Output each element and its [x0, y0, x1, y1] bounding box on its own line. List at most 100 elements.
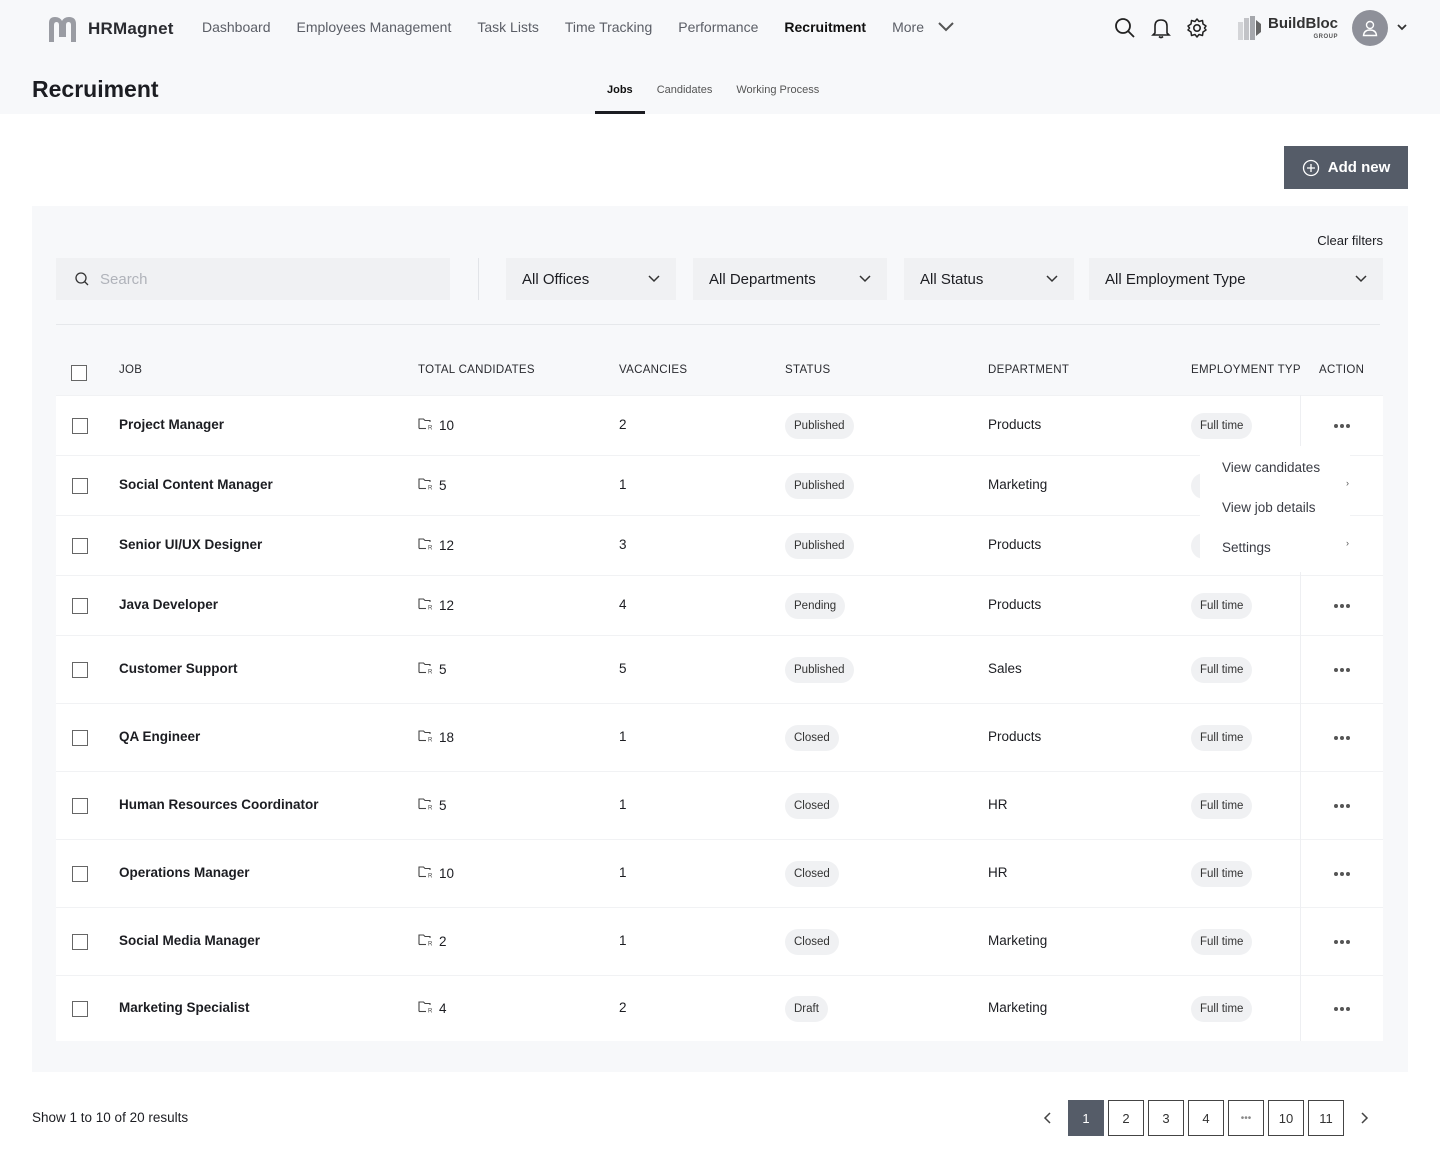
table-row[interactable]: QA Engineer R 18 1 Closed Products Full time — [56, 703, 1383, 771]
nav-performance[interactable]: Performance — [678, 19, 758, 35]
table-row[interactable]: Project Manager R 10 2 Published Products Full… — [56, 395, 1383, 455]
total-candidates[interactable]: R5 — [418, 477, 447, 493]
page-button[interactable]: 3 — [1148, 1100, 1184, 1136]
header-employment-type[interactable]: EMPLOYMENT TYP — [1191, 364, 1301, 376]
job-title[interactable]: Social Media Manager — [119, 933, 260, 948]
row-checkbox[interactable] — [72, 598, 88, 614]
next-page-button[interactable] — [1348, 1100, 1380, 1136]
nav-time-tracking[interactable]: Time Tracking — [565, 19, 652, 35]
add-new-button[interactable]: Add new — [1284, 146, 1408, 189]
status-select[interactable]: All Status — [904, 258, 1074, 300]
svg-text:R: R — [428, 1009, 433, 1014]
row-checkbox[interactable] — [72, 1001, 88, 1017]
nav-task-lists[interactable]: Task Lists — [477, 19, 538, 35]
table-row[interactable]: Senior UI/UX Designer R 12 3 Published Produc… — [56, 515, 1383, 575]
status-badge: Closed — [785, 929, 839, 955]
vacancies: 1 — [619, 729, 627, 744]
nav-more[interactable]: More — [892, 19, 956, 35]
total-candidates[interactable]: R 10 — [418, 865, 454, 881]
table-row[interactable]: Human Resources Coordinator R 5 1 Closed HR Fu… — [56, 771, 1383, 839]
row-actions-button[interactable] — [1328, 416, 1356, 436]
total-candidates[interactable]: R4 — [418, 1000, 447, 1016]
search-field[interactable] — [56, 258, 450, 300]
job-title[interactable]: QA Engineer — [119, 729, 200, 744]
nav-employees-management[interactable]: Employees Management — [297, 19, 452, 35]
tab-working-process[interactable]: Working Process — [724, 82, 831, 114]
page-button[interactable]: 1 — [1068, 1100, 1104, 1136]
user-avatar[interactable] — [1352, 10, 1388, 46]
dot — [1334, 940, 1338, 944]
row-checkbox[interactable] — [72, 866, 88, 882]
row-checkbox[interactable] — [72, 478, 88, 494]
total-candidates[interactable]: R 12 — [418, 597, 454, 613]
job-title[interactable]: Senior UI/UX Designer — [119, 537, 262, 552]
search-input[interactable] — [100, 270, 420, 288]
row-checkbox[interactable] — [72, 418, 88, 434]
job-title[interactable]: Marketing Specialist — [119, 1000, 250, 1015]
tab-candidates[interactable]: Candidates — [645, 82, 725, 114]
row-actions-button[interactable] — [1328, 728, 1356, 748]
row-checkbox[interactable] — [72, 934, 88, 950]
row-actions-button[interactable] — [1328, 796, 1356, 816]
candidates-folder-icon: R — [418, 537, 434, 553]
table-row[interactable]: Customer Support R 5 5 Published Sales Full ti… — [56, 635, 1383, 703]
header-vacancies[interactable]: VACANCIES — [619, 364, 687, 376]
total-candidates[interactable]: R 10 — [418, 417, 454, 433]
menu-settings[interactable]: Settings — [1200, 536, 1350, 576]
table-row[interactable]: Social Content Manager R 5 1 Published Market… — [56, 455, 1383, 515]
table-row[interactable]: Social Media Manager R 2 1 Closed Marketing Fu… — [56, 907, 1383, 975]
page-button[interactable]: 4 — [1188, 1100, 1224, 1136]
departments-select[interactable]: All Departments — [693, 258, 887, 300]
row-actions-button[interactable] — [1328, 864, 1356, 884]
page-button[interactable]: 11 — [1308, 1100, 1344, 1136]
user-menu-chevron-icon[interactable] — [1396, 22, 1408, 32]
row-checkbox[interactable] — [72, 730, 88, 746]
job-title[interactable]: Customer Support — [119, 661, 238, 676]
dot — [1346, 736, 1350, 740]
clear-filters-link[interactable]: Clear filters — [1317, 233, 1383, 248]
employment-type-select[interactable]: All Employment Type — [1089, 258, 1383, 300]
header-total-candidates[interactable]: TOTAL CANDIDATES — [418, 364, 535, 376]
total-candidates[interactable]: R 18 — [418, 729, 454, 745]
total-candidates[interactable]: R5 — [418, 661, 447, 677]
header-status[interactable]: STATUS — [785, 364, 830, 376]
table-row[interactable]: Operations Manager R 10 1 Closed HR Full time — [56, 839, 1383, 907]
row-checkbox[interactable] — [72, 662, 88, 678]
job-title[interactable]: Operations Manager — [119, 865, 250, 880]
candidates-count: 10 — [439, 865, 455, 881]
job-title[interactable]: Java Developer — [119, 597, 218, 612]
page-button[interactable]: 10 — [1268, 1100, 1304, 1136]
menu-view-job-details[interactable]: View job details — [1200, 496, 1350, 536]
search-icon[interactable] — [1114, 16, 1136, 40]
table-row[interactable]: Java Developer R 12 4 Pending Products Full ti… — [56, 575, 1383, 635]
gear-icon[interactable] — [1186, 16, 1208, 40]
total-candidates[interactable]: R5 — [418, 797, 447, 813]
total-candidates[interactable]: R 12 — [418, 537, 454, 553]
row-actions-button[interactable] — [1328, 660, 1356, 680]
job-title[interactable]: Human Resources Coordinator — [119, 797, 319, 812]
select-all-checkbox[interactable] — [71, 365, 87, 381]
header-department[interactable]: DEPARTMENT — [988, 364, 1069, 376]
row-actions-button[interactable] — [1328, 596, 1356, 616]
row-actions-button[interactable] — [1328, 999, 1356, 1019]
menu-view-candidates[interactable]: View candidates — [1200, 456, 1350, 496]
header-job[interactable]: JOB — [119, 364, 142, 376]
total-candidates[interactable]: R2 — [418, 933, 447, 949]
table-row[interactable]: Marketing Specialist R 4 2 Draft Marketing Ful… — [56, 975, 1383, 1041]
candidates-count: 18 — [439, 729, 455, 745]
job-title[interactable]: Social Content Manager — [119, 477, 273, 492]
row-checkbox[interactable] — [72, 798, 88, 814]
page-button[interactable]: 2 — [1108, 1100, 1144, 1136]
department: Marketing — [988, 1000, 1048, 1015]
page-ellipsis[interactable]: ••• — [1228, 1100, 1264, 1136]
job-title[interactable]: Project Manager — [119, 417, 224, 432]
prev-page-button[interactable] — [1032, 1100, 1064, 1136]
app-logo[interactable]: HRMagnet — [46, 15, 174, 43]
nav-recruitment[interactable]: Recruitment — [784, 19, 866, 35]
row-actions-button[interactable] — [1328, 932, 1356, 952]
row-checkbox[interactable] — [72, 538, 88, 554]
tab-jobs[interactable]: Jobs — [595, 82, 645, 114]
bell-icon[interactable] — [1150, 16, 1172, 40]
nav-dashboard[interactable]: Dashboard — [202, 19, 271, 35]
offices-select[interactable]: All Offices — [506, 258, 676, 300]
